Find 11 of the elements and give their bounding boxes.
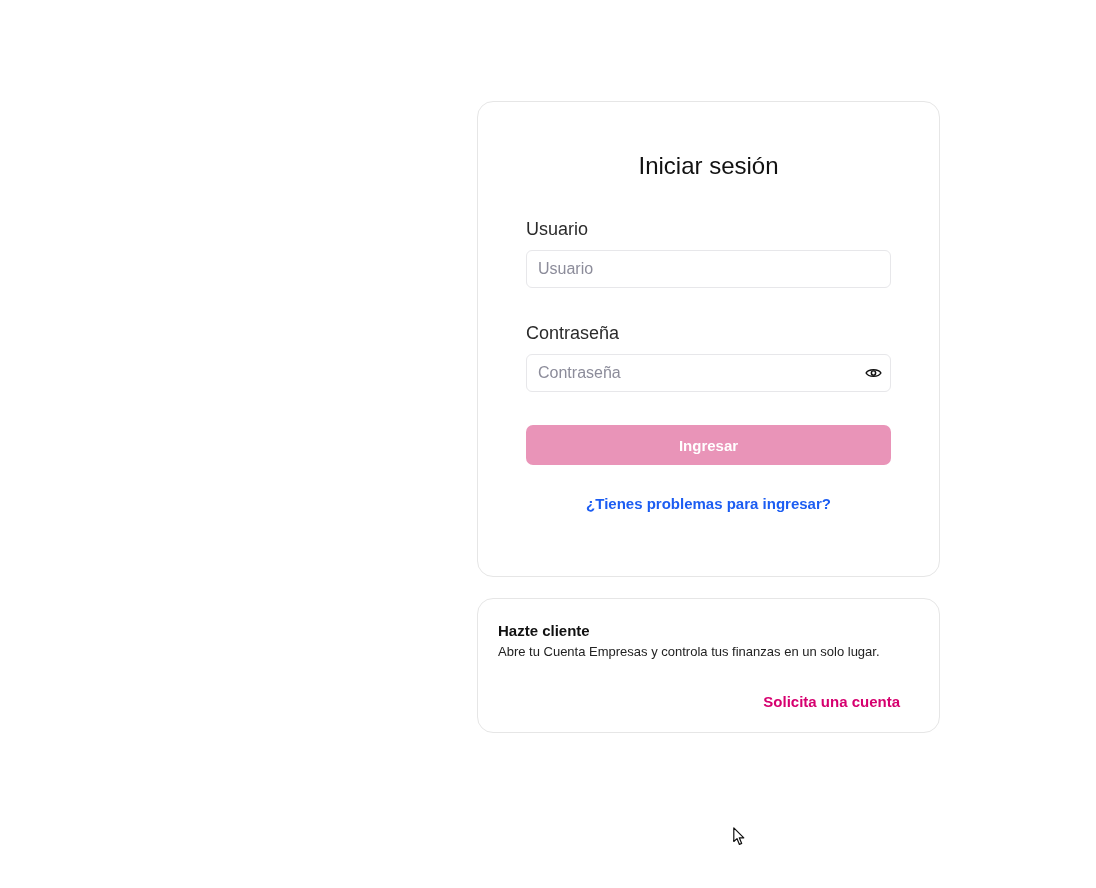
login-title: Iniciar sesión xyxy=(637,151,780,181)
request-account-link[interactable]: Solicita una cuenta xyxy=(751,688,919,716)
field-label: Contraseña xyxy=(526,322,621,344)
help-link[interactable]: ¿Tienes problemas para ingresar? xyxy=(586,495,831,512)
signup-description: Abre tu Cuenta Empresas y controla tus finanzas en un solo lugar. xyxy=(498,643,881,661)
password-field[interactable]: Contraseña xyxy=(526,354,891,392)
field-label: Usuario xyxy=(526,218,590,240)
eye-icon[interactable] xyxy=(865,367,882,379)
username-field[interactable]: Usuario xyxy=(526,250,891,288)
cursor-icon xyxy=(733,827,745,846)
signup-title: Hazte cliente xyxy=(498,621,591,641)
